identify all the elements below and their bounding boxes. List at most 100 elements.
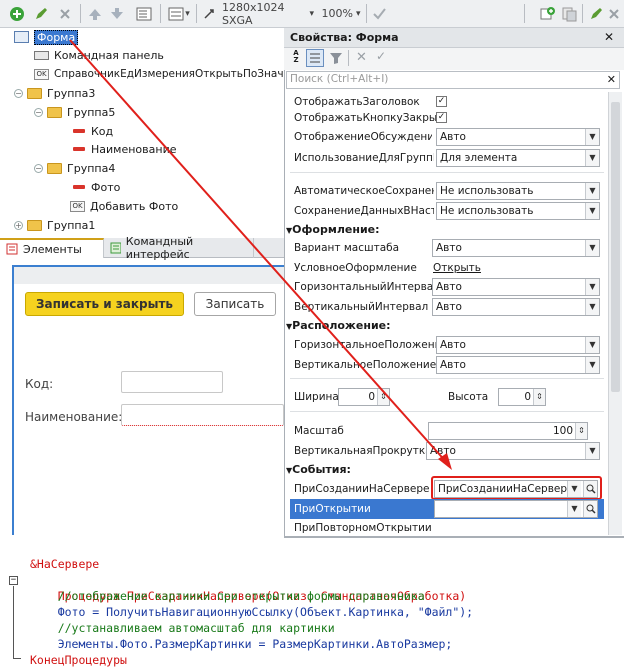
categories-icon[interactable] xyxy=(306,49,324,67)
spin-icon[interactable]: ⇕ xyxy=(377,389,389,405)
collapse-icon[interactable]: − xyxy=(14,88,23,98)
close-icon[interactable]: ✕ xyxy=(604,30,614,44)
folder-icon xyxy=(47,106,62,118)
save-button[interactable]: Записать xyxy=(194,292,276,316)
chevron-down-icon[interactable]: ▼ xyxy=(585,183,599,199)
code-line: &НаСервере xyxy=(30,557,100,571)
width-field[interactable]: 0 ⇕ xyxy=(338,388,390,406)
tree-item-open-by-value[interactable]: OK СправочникЕдИзмеренияОткрытьПоЗначени… xyxy=(34,65,313,83)
spin-icon[interactable]: ⇕ xyxy=(533,389,545,405)
apply-icon[interactable]: ✓ xyxy=(376,49,386,63)
prop-on-open[interactable]: ПриОткрытии ▼ xyxy=(290,499,604,519)
clear-icon[interactable]: ✕ xyxy=(356,50,367,65)
autosave-select[interactable]: Не использовать ▼ xyxy=(436,182,600,200)
properties-search[interactable]: Поиск (Ctrl+Alt+I) ✕ xyxy=(286,71,620,89)
tree-item-group5[interactable]: − Группа5 xyxy=(34,103,115,121)
tree-item-group3[interactable]: − Группа3 xyxy=(14,84,95,102)
layout-list-icon[interactable]: ▾ xyxy=(166,4,192,23)
prop-v-pos: ВертикальноеПоложение Авто ▼ xyxy=(290,355,604,375)
delete-x-icon[interactable] xyxy=(56,4,74,23)
name-field[interactable] xyxy=(121,404,284,426)
tree-item-photo[interactable]: Фото xyxy=(70,178,120,196)
chevron-down-icon[interactable]: ▼ xyxy=(585,443,599,459)
move-down-icon[interactable] xyxy=(108,4,126,23)
sort-alpha-icon[interactable]: AZ xyxy=(288,50,304,66)
tree-item-add-photo[interactable]: OK Добавить Фото xyxy=(70,197,178,215)
show-close-checkbox[interactable]: ✓ xyxy=(436,112,447,123)
edit-icon[interactable] xyxy=(588,4,604,23)
height-field[interactable]: 0 ⇕ xyxy=(498,388,546,406)
tree-item-group1[interactable]: + Группа1 xyxy=(14,216,95,234)
tree-item-form[interactable]: Форма xyxy=(14,28,79,46)
on-create-handler-field[interactable]: ПриСозданииНаСервере ▼ xyxy=(434,480,598,498)
move-up-icon[interactable] xyxy=(86,4,104,23)
zoom-select[interactable]: 100% ▾ xyxy=(318,4,364,23)
discussions-select[interactable]: Авто ▼ xyxy=(436,128,600,146)
show-title-checkbox[interactable]: ✓ xyxy=(436,96,447,107)
ok-button-icon: OK xyxy=(70,200,85,212)
spin-icon[interactable]: ⇕ xyxy=(575,423,587,439)
copy-icon[interactable] xyxy=(560,4,578,23)
group-position[interactable]: ▼Расположение: xyxy=(286,317,391,335)
tree-item-group4[interactable]: − Группа4 xyxy=(34,159,115,177)
layout-icon[interactable] xyxy=(134,4,154,23)
resolution-select[interactable]: 1280x1024 SXGA ▾ xyxy=(222,1,314,27)
prop-on-create-at-server: ПриСозданииНаСервере ПриСозданииНаСервер… xyxy=(290,476,604,500)
checkmark-icon[interactable] xyxy=(370,4,388,23)
h-pos-select[interactable]: Авто ▼ xyxy=(436,336,600,354)
tree-item-command-panel[interactable]: Командная панель xyxy=(34,46,164,64)
save-and-close-button[interactable]: Записать и закрыть xyxy=(25,292,184,316)
chevron-down-icon: ▾ xyxy=(309,8,314,19)
tree-item-name[interactable]: Наименование xyxy=(70,140,176,158)
rotate-icon[interactable] xyxy=(200,4,218,23)
scale-field[interactable]: 100 ⇕ xyxy=(428,422,588,440)
collapse-icon[interactable]: − xyxy=(34,163,43,173)
group-events[interactable]: ▼События: xyxy=(286,461,351,479)
chevron-down-icon[interactable]: ▼ xyxy=(585,129,599,145)
prop-use-for-groups: ИспользованиеДляГруппИЭлементов Для элем… xyxy=(290,148,604,168)
group-design[interactable]: ▼Оформление: xyxy=(286,221,380,239)
search-icon[interactable] xyxy=(583,501,597,517)
properties-title: Свойства: Форма xyxy=(290,31,399,44)
tab-command-interface[interactable]: Командный интерфейс xyxy=(104,235,254,261)
edit-pencil-icon[interactable] xyxy=(32,4,50,23)
h-interval-select[interactable]: Авто ▼ xyxy=(432,278,600,296)
add-item-icon[interactable] xyxy=(538,4,556,23)
chevron-down-icon[interactable]: ▼ xyxy=(585,337,599,353)
prop-on-reopen: ПриПовторномОткрытии xyxy=(294,522,432,534)
expand-icon[interactable]: + xyxy=(14,220,23,230)
search-clear-icon[interactable]: ✕ xyxy=(607,73,616,86)
chevron-down-icon[interactable]: ▼ xyxy=(585,279,599,295)
code-field[interactable] xyxy=(121,371,223,393)
tab-elements[interactable]: Элементы xyxy=(0,238,104,258)
search-icon[interactable] xyxy=(583,481,597,497)
v-interval-select[interactable]: Авто ▼ xyxy=(432,298,600,316)
v-scroll-select[interactable]: Авто ▼ xyxy=(426,442,600,460)
save-settings-select[interactable]: Не использовать ▼ xyxy=(436,202,600,220)
add-circle-icon[interactable] xyxy=(8,4,26,23)
use-for-groups-select[interactable]: Для элемента ▼ xyxy=(436,149,600,167)
chevron-down-icon[interactable]: ▼ xyxy=(585,357,599,373)
chevron-down-icon[interactable]: ▼ xyxy=(585,240,599,256)
cond-format-open-link[interactable]: Открыть xyxy=(433,258,481,278)
chevron-down-icon[interactable]: ▼ xyxy=(567,501,581,517)
tree-item-code[interactable]: Код xyxy=(70,122,113,140)
collapse-icon[interactable]: − xyxy=(34,107,43,117)
v-pos-select[interactable]: Авто ▼ xyxy=(436,356,600,374)
scrollbar-thumb[interactable] xyxy=(611,102,620,392)
chevron-down-icon[interactable]: ▼ xyxy=(585,203,599,219)
prop-show-close: ОтображатьКнопкуЗакрытия ✓ xyxy=(294,112,447,124)
filter-icon[interactable] xyxy=(328,50,344,66)
command-interface-icon xyxy=(110,242,121,254)
delete-icon[interactable] xyxy=(606,4,622,23)
chevron-down-icon[interactable]: ▼ xyxy=(585,299,599,315)
elements-tree: Форма Командная панель OK СправочникЕдИз… xyxy=(0,28,313,238)
properties-scrollbar[interactable] xyxy=(608,92,622,535)
prop-scale-variant: Вариант масштаба Авто ▼ xyxy=(290,238,604,258)
chevron-down-icon[interactable]: ▼ xyxy=(567,481,581,497)
scale-variant-select[interactable]: Авто ▼ xyxy=(432,239,600,257)
prop-v-interval: ВертикальныйИнтервал Авто ▼ xyxy=(290,297,604,317)
chevron-down-icon[interactable]: ▼ xyxy=(585,150,599,166)
on-open-handler-field[interactable]: ▼ xyxy=(434,500,598,518)
fold-icon[interactable]: − xyxy=(9,576,18,585)
